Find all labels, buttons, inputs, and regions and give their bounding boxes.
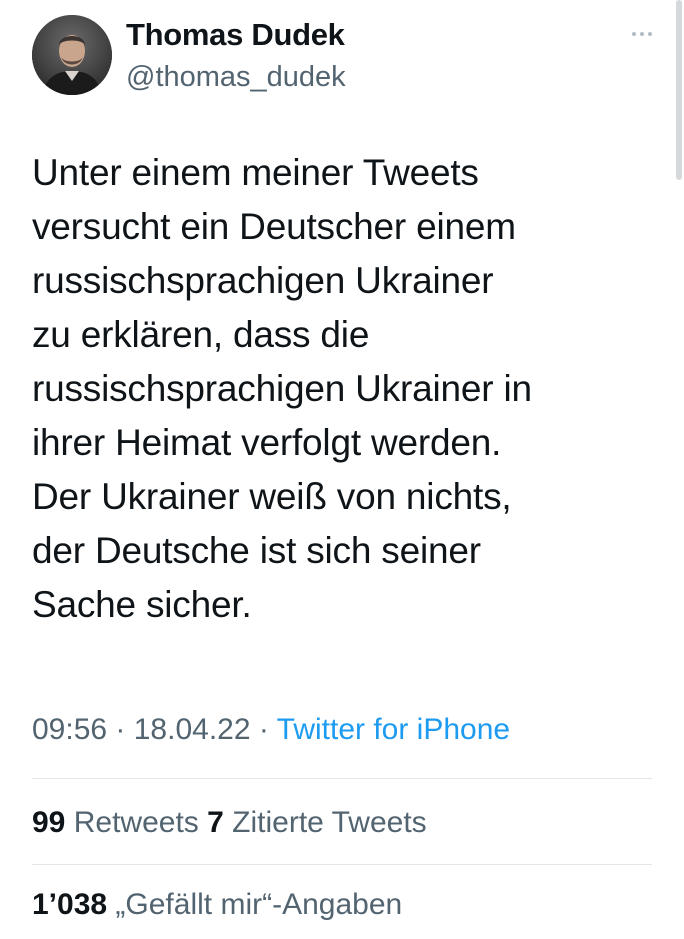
retweet-stats[interactable]: 99 Retweets 7 Zitierte Tweets: [32, 806, 427, 840]
tweet-text: Unter einem meiner Tweets versucht ein D…: [32, 152, 532, 625]
meta-separator: ·: [250, 713, 277, 746]
likes-stats[interactable]: 1’038 „Gefällt mir“-Angaben: [32, 888, 402, 922]
tweet-date[interactable]: 18.04.22: [134, 713, 251, 746]
tweet-meta: 09:56 · 18.04.22 · Twitter for iPhone: [32, 713, 510, 747]
tweet-source-link[interactable]: Twitter for iPhone: [277, 713, 510, 746]
divider: [32, 778, 652, 779]
author-handle[interactable]: @thomas_dudek: [126, 61, 346, 94]
quotes-count: 7: [207, 806, 224, 839]
tweet-header: Thomas Dudek @thomas_dudek: [32, 15, 652, 105]
tweet-detail: Thomas Dudek @thomas_dudek Unter einem m…: [0, 0, 684, 939]
quotes-label: Zitierte Tweets: [232, 806, 427, 839]
profile-photo-icon: [32, 15, 112, 95]
meta-separator: ·: [107, 713, 134, 746]
likes-count: 1’038: [32, 888, 108, 921]
avatar[interactable]: [32, 15, 112, 95]
divider: [32, 864, 652, 865]
scrollbar[interactable]: [676, 0, 682, 180]
retweets-label: Retweets: [73, 806, 199, 839]
retweets-count: 99: [32, 806, 66, 839]
author-name[interactable]: Thomas Dudek: [126, 17, 345, 53]
ellipsis-icon[interactable]: [622, 19, 662, 49]
tweet-time[interactable]: 09:56: [32, 713, 107, 746]
likes-label: „Gefällt mir“-Angaben: [115, 888, 403, 921]
